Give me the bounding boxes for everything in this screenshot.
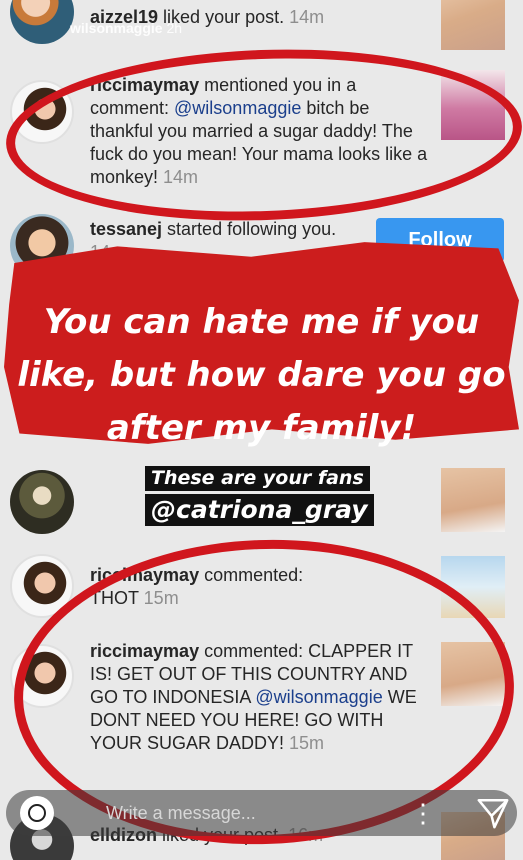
message-input[interactable] <box>106 800 366 826</box>
user-avatar[interactable] <box>10 470 74 534</box>
overlay-headline: You can hate me if you like, but how dar… <box>17 302 506 448</box>
notification-item[interactable]: aizzel19 liked your post. 14m wilsonmagg… <box>0 0 523 50</box>
story-caption: These are your fans <box>145 466 370 491</box>
post-thumbnail[interactable] <box>441 0 505 50</box>
user-avatar[interactable] <box>10 0 74 44</box>
more-options-icon[interactable]: ⋮ <box>410 798 436 828</box>
send-icon[interactable] <box>476 796 510 830</box>
overlay-username-label: wilsonmaggie 2h <box>70 20 183 36</box>
post-thumbnail[interactable] <box>441 468 505 532</box>
camera-icon[interactable] <box>20 796 54 830</box>
message-bar: ⋮ <box>6 790 517 836</box>
story-mention-caption[interactable]: @catriona_gray <box>145 494 374 526</box>
username[interactable]: tessanej <box>90 219 162 239</box>
